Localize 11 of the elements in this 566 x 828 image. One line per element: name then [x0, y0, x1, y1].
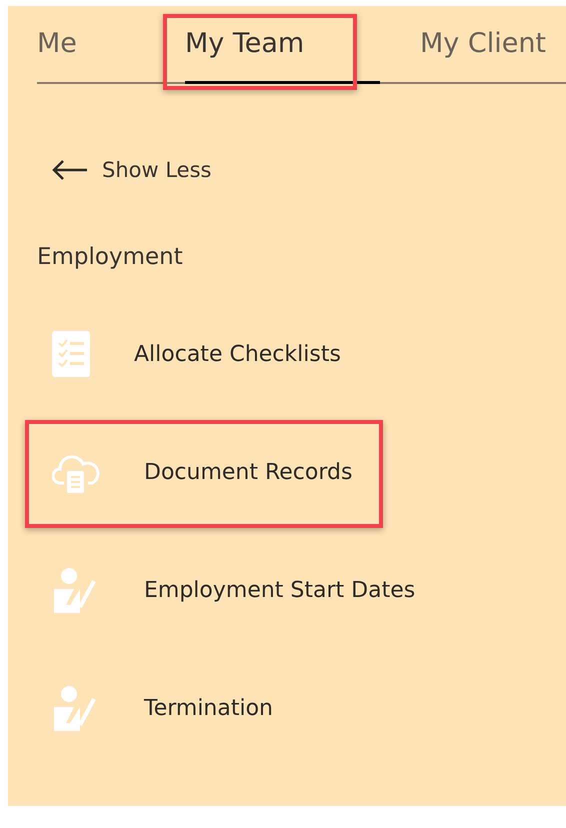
tab[interactable]: Me — [37, 28, 185, 84]
menu-item[interactable]: Employment Start Dates — [52, 554, 416, 626]
menu-item[interactable]: Allocate Checklists — [52, 318, 341, 390]
checklist-icon — [52, 331, 90, 377]
menu-item[interactable]: Termination — [52, 672, 274, 744]
back-arrow-icon — [52, 160, 88, 180]
tab[interactable]: My Client — [420, 28, 546, 84]
section-heading: Employment — [37, 244, 184, 270]
menu-item[interactable]: Document Records — [52, 436, 352, 508]
show-less-link[interactable]: Show Less — [52, 158, 212, 182]
tab[interactable]: My Team — [185, 28, 380, 84]
